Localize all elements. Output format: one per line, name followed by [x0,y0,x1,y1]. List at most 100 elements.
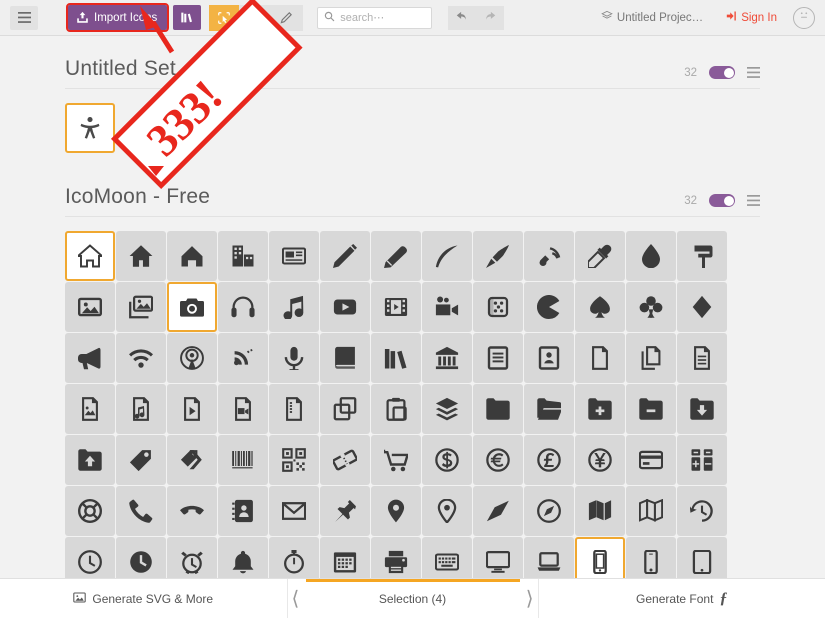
icon-cell-copy[interactable] [320,384,370,434]
hamburger-menu-button[interactable] [10,5,38,30]
icon-cell-folder-upload[interactable] [65,435,115,485]
icon-cell-newspaper[interactable] [269,231,319,281]
icon-cell-pacman[interactable] [524,282,574,332]
icon-cell-folder-plus[interactable] [575,384,625,434]
icon-cell-history[interactable] [677,486,727,536]
icon-cell-phone[interactable] [116,486,166,536]
icon-cell-video-camera[interactable] [422,282,472,332]
icon-cell-accessibility[interactable] [65,103,115,153]
icon-cell-calculator[interactable] [677,435,727,485]
icon-cell-coin-yen[interactable] [575,435,625,485]
icon-cell-books[interactable] [371,333,421,383]
icon-cell-stopwatch[interactable] [269,537,319,578]
set-select-toggle[interactable] [709,66,735,79]
icon-cell-file-picture[interactable] [65,384,115,434]
icon-cell-laptop[interactable] [524,537,574,578]
icon-cell-calendar[interactable] [320,537,370,578]
icon-cell-map2[interactable] [626,486,676,536]
icon-cell-library[interactable] [422,333,472,383]
icon-cell-file-text2[interactable] [677,333,727,383]
icon-cell-price-tag[interactable] [116,435,166,485]
icon-cell-paint-format[interactable] [677,231,727,281]
icon-cell-compass[interactable] [473,486,523,536]
icon-cell-files-empty[interactable] [626,333,676,383]
icon-cell-pushpin[interactable] [320,486,370,536]
set-menu-button[interactable] [747,195,760,206]
icon-cell-credit-card[interactable] [626,435,676,485]
icon-cell-map[interactable] [575,486,625,536]
icon-cell-mobile[interactable] [575,537,625,578]
icon-cell-clock2[interactable] [116,537,166,578]
icon-cell-headphones[interactable] [218,282,268,332]
icon-cell-coin-pound[interactable] [524,435,574,485]
icon-cell-cart[interactable] [371,435,421,485]
icon-cell-pencil2[interactable] [371,231,421,281]
icon-cell-file-video[interactable] [218,384,268,434]
icon-cell-spades[interactable] [575,282,625,332]
icon-cell-home3[interactable] [167,231,217,281]
icon-cell-printer[interactable] [371,537,421,578]
icon-cell-camera[interactable] [167,282,217,332]
generate-svg-button[interactable]: Generate SVG & More [0,579,288,618]
icon-cell-blog[interactable] [524,231,574,281]
icon-cell-paste[interactable] [371,384,421,434]
icon-cell-folder-open[interactable] [524,384,574,434]
icon-cell-diamonds[interactable] [677,282,727,332]
icon-cell-phone-hang-up[interactable] [167,486,217,536]
icon-cell-folder-minus[interactable] [626,384,676,434]
undo-button[interactable] [448,5,477,30]
icon-cell-mic[interactable] [269,333,319,383]
icon-cell-eyedropper[interactable] [575,231,625,281]
icon-cell-image[interactable] [65,282,115,332]
icon-cell-quill[interactable] [422,231,472,281]
project-name-button[interactable]: Untitled Projec… [601,10,703,25]
icon-cell-ticket[interactable] [320,435,370,485]
icon-cell-clock[interactable] [65,537,115,578]
icon-cell-pen[interactable] [473,231,523,281]
icon-cell-clubs[interactable] [626,282,676,332]
search-box[interactable] [317,6,483,29]
icon-cell-feed[interactable] [218,333,268,383]
icon-cell-file-play[interactable] [167,384,217,434]
selection-indicator[interactable]: ⟨ Selection (4) ⟩ [288,579,538,618]
blank-tool-button[interactable] [239,4,270,31]
icon-cell-images[interactable] [116,282,166,332]
icon-cell-file-zip[interactable] [269,384,319,434]
icon-cell-droplet[interactable] [626,231,676,281]
icon-cell-home2[interactable] [116,231,166,281]
icon-cell-coin-dollar[interactable] [422,435,472,485]
icon-cell-bell[interactable] [218,537,268,578]
icon-cell-home[interactable] [65,231,115,281]
icon-cell-folder[interactable] [473,384,523,434]
icon-cell-location2[interactable] [422,486,472,536]
set-select-toggle[interactable] [709,194,735,207]
icon-cell-bullhorn[interactable] [65,333,115,383]
icon-cell-file-text[interactable] [473,333,523,383]
icon-cell-tablet[interactable] [677,537,727,578]
set-menu-button[interactable] [747,67,760,78]
icon-cell-pencil[interactable] [320,231,370,281]
avatar[interactable] [793,6,815,29]
icon-cell-connection[interactable] [116,333,166,383]
icon-cell-alarm[interactable] [167,537,217,578]
icon-cell-location[interactable] [371,486,421,536]
sign-in-button[interactable]: Sign In [725,10,777,25]
icon-cell-barcode[interactable] [218,435,268,485]
icon-cell-folder-download[interactable] [677,384,727,434]
icon-cell-display[interactable] [473,537,523,578]
select-tool-button[interactable] [209,4,240,31]
icon-library-button[interactable] [173,5,202,30]
chevron-left-icon[interactable]: ⟨ [292,579,300,618]
icon-cell-envelop[interactable] [269,486,319,536]
icon-cell-keyboard[interactable] [422,537,472,578]
icon-cell-mobile2[interactable] [626,537,676,578]
import-icons-button[interactable]: Import Icons [65,3,170,32]
icon-cell-file-music[interactable] [116,384,166,434]
icon-cell-play[interactable] [320,282,370,332]
icon-cell-office[interactable] [218,231,268,281]
icon-cell-book[interactable] [320,333,370,383]
edit-tool-button[interactable] [269,4,304,31]
icon-cell-address-book[interactable] [218,486,268,536]
generate-font-button[interactable]: Generate Font ƒ [537,579,825,618]
icon-cell-profile[interactable] [524,333,574,383]
